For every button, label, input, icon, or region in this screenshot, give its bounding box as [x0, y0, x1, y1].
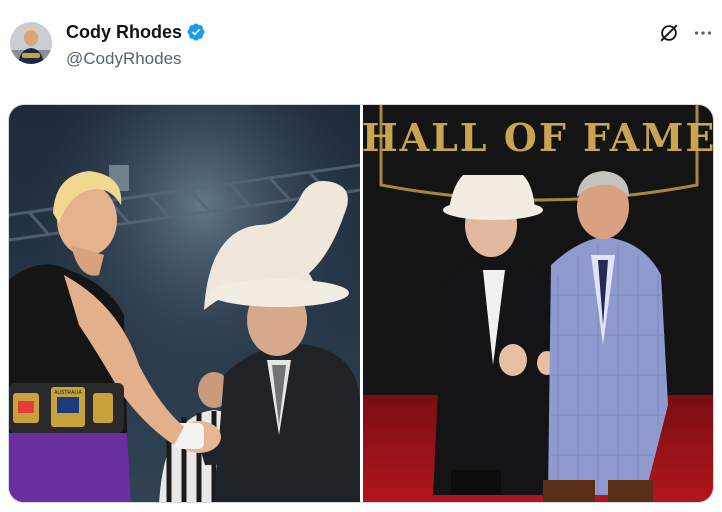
display-name[interactable]: Cody Rhodes: [66, 20, 182, 44]
tweet: Cody Rhodes @CodyRhodes AUSTRALIA HALL O…: [0, 0, 722, 512]
verified-badge-icon[interactable]: [186, 22, 206, 42]
media-grid: AUSTRALIA HALL OF FAME: [8, 104, 714, 503]
more-options-icon[interactable]: [690, 20, 716, 46]
grok-icon[interactable]: [656, 20, 682, 46]
author-block: Cody Rhodes @CodyRhodes: [66, 20, 206, 71]
photo-hall-of-fame[interactable]: HALL OF FAME: [363, 105, 714, 502]
name-row: Cody Rhodes: [66, 20, 206, 44]
photo-handshake[interactable]: AUSTRALIA: [9, 105, 360, 502]
avatar[interactable]: [10, 22, 52, 64]
backdrop-text: HALL OF FAME: [363, 115, 714, 160]
belt-plate-text: AUSTRALIA: [54, 390, 82, 396]
user-handle[interactable]: @CodyRhodes: [66, 47, 206, 71]
